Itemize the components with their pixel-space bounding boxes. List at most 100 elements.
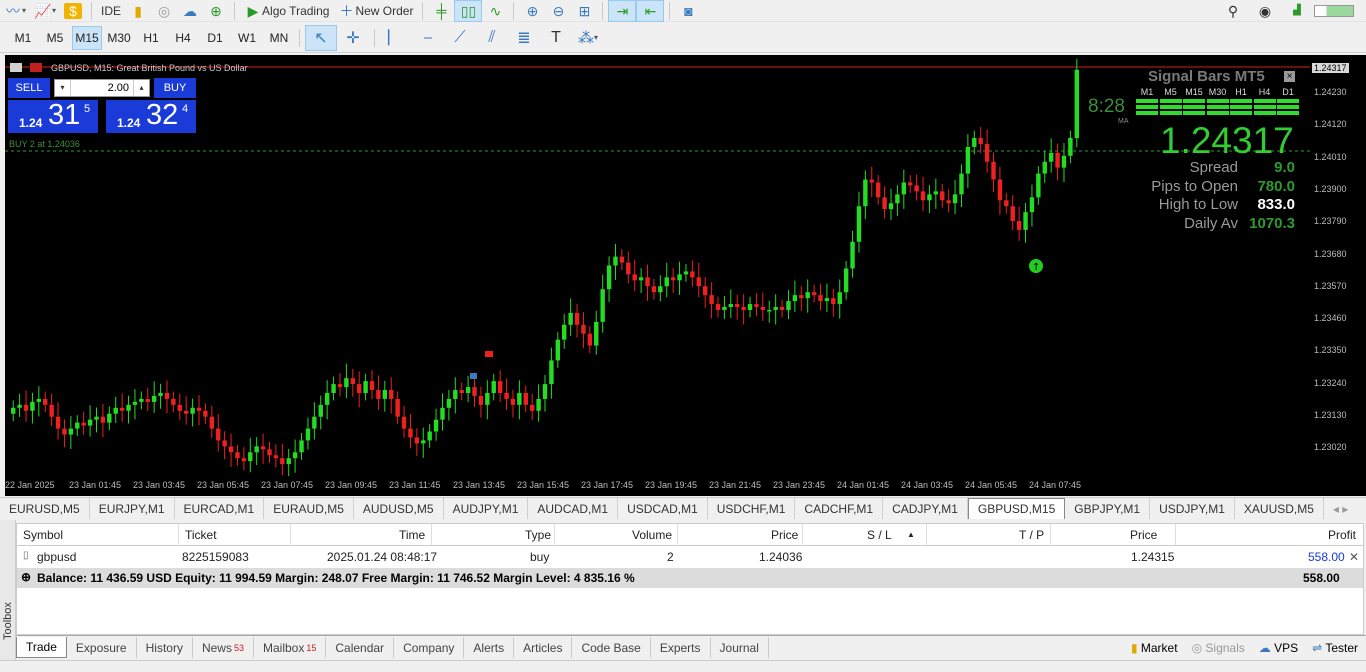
tab-trade[interactable]: Trade (16, 637, 67, 658)
tab-mailbox[interactable]: Mailbox 15 (254, 637, 327, 658)
timeframe-m1[interactable]: M1 (8, 26, 38, 50)
zoom-in-icon[interactable]: ⊕ (519, 0, 545, 22)
cloud-icon[interactable]: ☁ (177, 0, 203, 22)
symbol-tab[interactable]: AUDUSD,M5 (354, 498, 444, 519)
bar-chart-icon[interactable]: ╪ (428, 0, 454, 22)
text-tool-icon[interactable]: T (540, 25, 572, 51)
symbol-tab[interactable]: USDCHF,M1 (708, 498, 796, 519)
tab-scroll-icon[interactable]: ◂ ▸ (1324, 498, 1357, 519)
timeframe-m15[interactable]: M15 (72, 25, 102, 50)
col-price[interactable]: Price (771, 528, 798, 542)
symbol-tab[interactable]: AUDJPY,M1 (444, 498, 529, 519)
chart-area[interactable]: ↑ GBPUSD, M15: Great British Pound vs US… (5, 55, 1310, 476)
price-axis[interactable]: 1.24317 1.24230 1.24120 1.24010 1.23900 1.237… (1310, 55, 1366, 496)
tab-code-base[interactable]: Code Base (572, 637, 651, 658)
symbol-tab[interactable]: XAUUSD,M5 (1235, 498, 1324, 519)
channel-icon[interactable]: ⫽ (476, 25, 508, 51)
tab-experts[interactable]: Experts (651, 637, 711, 658)
line-chart-icon[interactable]: ∿ (482, 0, 508, 22)
tab-alerts[interactable]: Alerts (464, 637, 515, 658)
tab-articles[interactable]: Articles (514, 637, 573, 658)
chart-shift-icon[interactable]: ⇤ (636, 0, 665, 22)
toolbox-side-label[interactable]: Toolbox (0, 520, 16, 660)
tab-journal[interactable]: Journal (711, 637, 769, 658)
autoscroll-icon[interactable]: ⇥ (608, 0, 637, 22)
screenshot-icon[interactable]: ◙ (675, 0, 701, 22)
expand-icon[interactable]: ⊕ (21, 570, 31, 584)
tile-windows-icon[interactable]: ⊞ (571, 0, 597, 22)
col-type[interactable]: Type (525, 528, 551, 542)
new-order-button[interactable]: ＋ New Order (333, 0, 417, 22)
symbol-tab[interactable]: GBPUSD,M15 (967, 498, 1066, 519)
vertical-line-icon[interactable]: ⎸ (380, 25, 412, 51)
crosshair-tool-icon[interactable]: ✛ (337, 25, 369, 51)
volume-field[interactable]: ▾ 2.00 ▴ (54, 79, 150, 97)
col-profit[interactable]: Profit (1328, 528, 1356, 542)
candlestick-icon[interactable]: ▯▯ (454, 0, 483, 22)
dollar-icon[interactable]: $ (60, 0, 86, 22)
zoom-out-icon[interactable]: ⊖ (545, 0, 571, 22)
fibonacci-icon[interactable]: ≣ (508, 25, 540, 51)
horizontal-line-icon[interactable]: ⎯ (412, 25, 444, 51)
buy-price-box[interactable]: 1.24 32 4 (106, 99, 196, 133)
timeframe-h4[interactable]: H4 (168, 26, 198, 50)
close-icon[interactable]: × (1284, 71, 1295, 82)
algo-trading-button[interactable]: ▶ Algo Trading (240, 0, 333, 22)
signals-button[interactable]: ◎ Signals (1192, 641, 1245, 655)
symbol-tab[interactable]: CADCHF,M1 (795, 498, 884, 519)
symbol-tab[interactable]: AUDCAD,M1 (528, 498, 619, 519)
chart-type-icon[interactable]: 📈 ▾ (30, 0, 60, 22)
search-icon[interactable]: ⚲ (1220, 0, 1246, 22)
symbol-tab[interactable]: USDJPY,M1 (1150, 498, 1235, 519)
signal-icon[interactable]: ◎ (151, 0, 177, 22)
symbol-tab[interactable]: EURJPY,M1 (90, 498, 175, 519)
symbol-tab[interactable]: EURUSD,M5 (0, 498, 90, 519)
buy-button[interactable]: BUY (154, 78, 196, 98)
symbol-tab[interactable]: USDCAD,M1 (618, 498, 708, 519)
tab-company[interactable]: Company (394, 637, 465, 658)
timeframe-m30[interactable]: M30 (104, 26, 134, 50)
tester-button[interactable]: ⇌ Tester (1312, 641, 1358, 655)
symbol-tab[interactable]: EURCAD,M1 (175, 498, 265, 519)
document-icon: ▯ (23, 550, 29, 561)
tab-calendar[interactable]: Calendar (326, 637, 395, 658)
time-axis[interactable]: 22 Jan 2025 23 Jan 01:45 23 Jan 03:45 23 Ja… (5, 476, 1310, 496)
folder-icon[interactable]: ▮ (125, 0, 151, 22)
col-volume[interactable]: Volume (632, 528, 672, 542)
tab-exposure[interactable]: Exposure (67, 637, 137, 658)
time-axis-label: 23 Jan 03:45 (133, 480, 186, 490)
col-tp[interactable]: T / P (1019, 528, 1044, 542)
symbol-tab[interactable]: CADJPY,M1 (883, 498, 968, 519)
volume-down-icon[interactable]: ▾ (55, 80, 71, 96)
sell-button[interactable]: SELL (8, 78, 50, 98)
chart-line-icon[interactable]: 〰 ▾ (0, 0, 30, 22)
symbol-tab[interactable]: EURAUD,M5 (264, 498, 354, 519)
cursor-tool-icon[interactable]: ↖ (305, 24, 337, 51)
sell-price-box[interactable]: 1.24 31 5 (8, 99, 98, 133)
vps-button[interactable]: ☁ VPS (1259, 641, 1298, 655)
timeframe-h1[interactable]: H1 (136, 26, 166, 50)
tab-history[interactable]: History (137, 637, 193, 658)
timeframe-m5[interactable]: M5 (40, 26, 70, 50)
market-button[interactable]: ▮ Market (1131, 641, 1178, 655)
signal-bar (1206, 105, 1229, 109)
col-time[interactable]: Time (399, 528, 425, 542)
globe-add-icon[interactable]: ⊕ (203, 0, 229, 22)
shapes-menu-icon[interactable]: ⁂ ▾ (572, 25, 604, 51)
close-position-icon[interactable]: ✕ (1349, 550, 1359, 564)
tab-news[interactable]: News 53 (193, 637, 254, 658)
timeframe-d1[interactable]: D1 (200, 26, 230, 50)
ide-button[interactable]: IDE (97, 0, 125, 22)
col-sl[interactable]: S / L (867, 528, 892, 542)
col-ticket[interactable]: Ticket (185, 528, 217, 542)
symbol-tab[interactable]: GBPJPY,M1 (1065, 498, 1151, 519)
signal-strength-icon[interactable]: ▟ (1284, 0, 1310, 22)
account-icon[interactable]: ◉ (1252, 0, 1278, 22)
volume-up-icon[interactable]: ▴ (133, 80, 149, 96)
col-price2[interactable]: Price (1130, 528, 1157, 542)
trendline-icon[interactable]: ⟋ (444, 25, 476, 51)
col-symbol[interactable]: Symbol (23, 528, 63, 542)
timeframe-mn[interactable]: MN (264, 26, 294, 50)
trade-grid-header: Symbol Ticket Time Type Volume Price S /… (17, 524, 1363, 546)
timeframe-w1[interactable]: W1 (232, 26, 262, 50)
